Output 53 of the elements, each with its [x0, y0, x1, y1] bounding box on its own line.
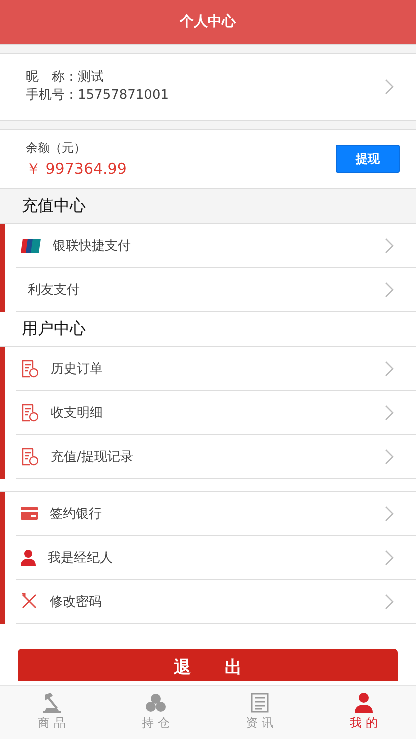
document-icon: [21, 404, 39, 422]
menu-item[interactable]: 历史订单: [0, 347, 416, 391]
logout-button[interactable]: 退 出: [18, 649, 398, 681]
balance-label: 余额（元）: [26, 140, 87, 156]
chevron-icon: [385, 282, 394, 298]
menu-label: 我是经纪人: [48, 550, 114, 566]
chevron-icon: [385, 404, 394, 420]
document-icon: [21, 360, 39, 378]
section-title: 用户中心: [22, 318, 86, 340]
tab[interactable]: 我 的: [312, 686, 416, 739]
newspaper-icon: [251, 693, 269, 713]
menu-item[interactable]: 银联快捷支付: [0, 224, 416, 268]
profile-card[interactable]: 昵 称：测试 手机号：15757871001: [0, 54, 416, 120]
menu-item[interactable]: 利友支付: [0, 268, 416, 312]
boxes-icon: [145, 693, 167, 713]
document-icon: [21, 448, 39, 466]
menu-item[interactable]: 签约银行: [0, 492, 416, 536]
menu-label: 历史订单: [51, 360, 104, 378]
chevron-icon: [385, 506, 394, 522]
nickname-value: 测试: [78, 70, 104, 85]
menu-item[interactable]: 充值/提现记录: [0, 435, 416, 479]
section-title: 充值中心: [22, 196, 86, 216]
page-title: 个人中心: [180, 13, 236, 31]
menu-label: 利友支付: [28, 282, 81, 298]
menu-label: 银联快捷支付: [53, 238, 132, 254]
menu-item[interactable]: 收支明细: [0, 391, 416, 435]
chevron-icon: [385, 360, 394, 376]
tab-label: 持 仓: [142, 715, 170, 732]
menu-label: 签约银行: [50, 506, 103, 522]
tools-icon: [21, 593, 38, 610]
chevron-icon: [385, 448, 394, 464]
tab-label: 资 讯: [246, 715, 274, 732]
menu-item[interactable]: 我是经纪人: [0, 536, 416, 580]
card-icon: [21, 507, 38, 520]
menu-item[interactable]: 修改密码: [0, 580, 416, 624]
tab-label: 商 品: [38, 715, 66, 732]
person-icon: [21, 549, 36, 566]
chevron-icon: [385, 79, 394, 95]
tab-label: 我 的: [350, 715, 378, 732]
withdraw-button[interactable]: 提现: [336, 145, 400, 173]
person-icon: [355, 693, 373, 713]
chevron-icon: [385, 594, 394, 610]
chevron-icon: [385, 550, 394, 566]
nickname-label: 昵 称：: [26, 70, 78, 85]
hammer-icon: [41, 693, 63, 713]
balance-amount: ￥ 997364.99: [26, 160, 127, 178]
menu-label: 充值/提现记录: [51, 448, 134, 466]
chevron-icon: [385, 238, 394, 254]
phone-label: 手机号：: [26, 88, 78, 103]
menu-label: 收支明细: [51, 404, 104, 422]
phone-value: 15757871001: [78, 88, 169, 103]
card-logo-icon: [21, 238, 41, 252]
menu-label: 修改密码: [50, 594, 103, 610]
